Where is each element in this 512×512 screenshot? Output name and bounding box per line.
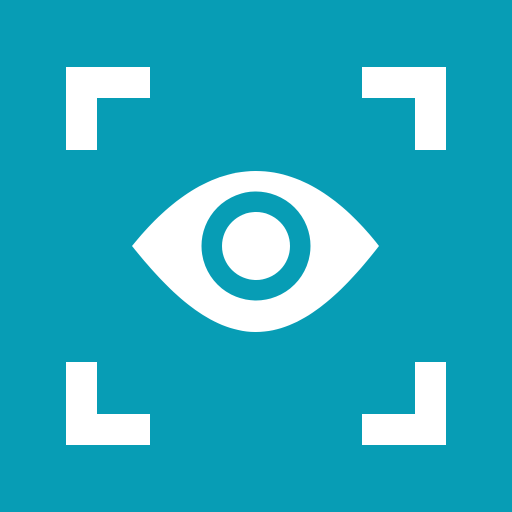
eye-scan-icon bbox=[0, 0, 512, 512]
eye-pupil-icon bbox=[222, 212, 290, 280]
app-icon-tile bbox=[0, 0, 512, 512]
